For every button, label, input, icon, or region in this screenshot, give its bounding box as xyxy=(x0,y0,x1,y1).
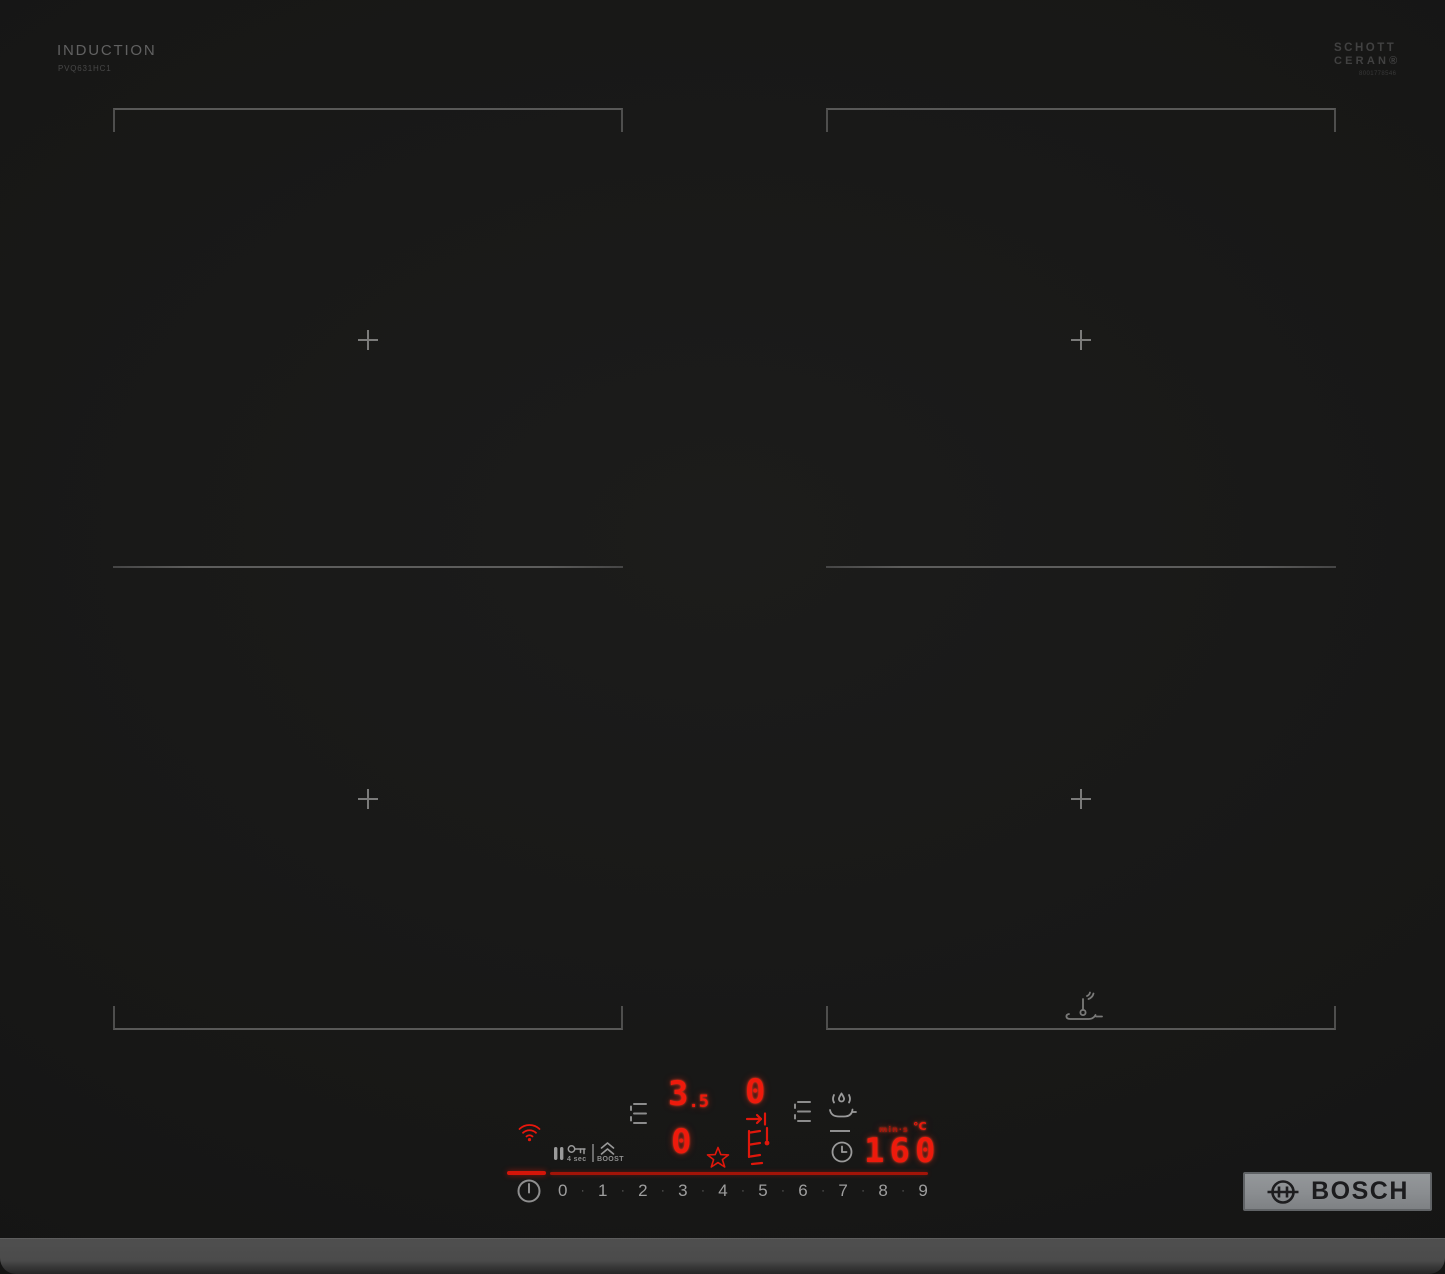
power-level-3[interactable]: 3 xyxy=(678,1181,687,1201)
power-level-1[interactable]: 1 xyxy=(598,1181,607,1201)
dashed-bracket-icon[interactable] xyxy=(629,1102,648,1125)
dashed-bracket-icon[interactable] xyxy=(793,1100,812,1123)
star-icon[interactable] xyxy=(706,1146,730,1169)
power-level-4[interactable]: 4 xyxy=(718,1181,727,1201)
scale-dot: · xyxy=(861,1185,865,1197)
chevron-double-up-icon[interactable] xyxy=(600,1142,615,1155)
clock-icon[interactable] xyxy=(830,1140,854,1164)
zone-center-marker xyxy=(358,330,378,350)
pan-thermometer-icon xyxy=(1065,991,1103,1020)
schott-ceran-logo: SCHOTT CERAN® xyxy=(1334,42,1400,68)
scale-dot: · xyxy=(661,1185,665,1197)
wifi-icon xyxy=(518,1124,541,1142)
power-level-6[interactable]: 6 xyxy=(798,1181,807,1201)
zone-center-marker xyxy=(1071,789,1091,809)
active-indicator-line xyxy=(507,1171,546,1175)
zone-level-display-right: 0 xyxy=(745,1072,766,1112)
bosch-logo-plaque: BOSCH xyxy=(1243,1172,1432,1211)
bosch-logo-text: BOSCH xyxy=(1311,1177,1409,1205)
power-level-8[interactable]: 8 xyxy=(878,1181,887,1201)
boost-label: BOOST xyxy=(597,1156,624,1163)
power-level-9[interactable]: 9 xyxy=(918,1181,927,1201)
hold-time-label: 4 sec xyxy=(567,1156,587,1163)
zone-center-marker xyxy=(358,789,378,809)
zone-level-display-left: 0 xyxy=(671,1122,692,1162)
power-icon[interactable] xyxy=(516,1178,542,1204)
pan-steam-icon[interactable] xyxy=(827,1091,857,1121)
product-type-label: INDUCTION xyxy=(57,42,157,59)
scale-dot: · xyxy=(901,1185,905,1197)
scale-dot: · xyxy=(701,1185,705,1197)
fry-temperature-display: 160 xyxy=(864,1131,941,1171)
power-level-7[interactable]: 7 xyxy=(838,1181,847,1201)
schott-logo-line2: CERAN® xyxy=(1334,55,1401,67)
schott-logo-line1: SCHOTT xyxy=(1334,42,1397,54)
key-divider xyxy=(592,1144,594,1162)
zone-top-right-bracket xyxy=(826,108,1336,132)
zone-left-divider-line xyxy=(113,566,623,568)
scale-dot: · xyxy=(781,1185,785,1197)
power-level-5[interactable]: 5 xyxy=(758,1181,767,1201)
scale-dot: · xyxy=(620,1185,625,1197)
scale-dot: · xyxy=(741,1185,745,1197)
zone-bottom-left-bracket xyxy=(113,1006,623,1030)
slider-track-line xyxy=(550,1172,928,1175)
zone-top-left-bracket xyxy=(113,108,623,132)
zone-power-display: 3 .5 xyxy=(668,1077,709,1111)
model-number: PVQ631HC1 xyxy=(58,64,112,73)
induction-hob: INDUCTION PVQ631HC1 SCHOTT CERAN® 800177… xyxy=(0,0,1445,1274)
armature-in-circle-icon xyxy=(1267,1179,1299,1204)
schott-code: 8001778546 xyxy=(1359,71,1397,77)
zone-center-marker xyxy=(1071,330,1091,350)
zone-power-decimal: .5 xyxy=(688,1092,709,1112)
zone-right-divider-line xyxy=(826,566,1336,568)
scale-dot: · xyxy=(580,1185,585,1197)
timer-separator-line xyxy=(830,1130,850,1132)
power-level-scale: 0 · 1 · 2 · 3 · 4 · 5 · 6 · 7 · 8 · 9 xyxy=(558,1180,928,1202)
front-bevel-strip xyxy=(0,1238,1445,1274)
power-level-2[interactable]: 2 xyxy=(638,1181,647,1201)
scale-dot: · xyxy=(821,1185,825,1197)
pause-icon[interactable] xyxy=(553,1146,565,1161)
power-level-0[interactable]: 0 xyxy=(558,1181,567,1201)
arrow-to-bar-pot-icon xyxy=(745,1112,770,1166)
zone-power-main-digit: 3 xyxy=(668,1074,689,1114)
key-icon[interactable] xyxy=(567,1143,587,1155)
